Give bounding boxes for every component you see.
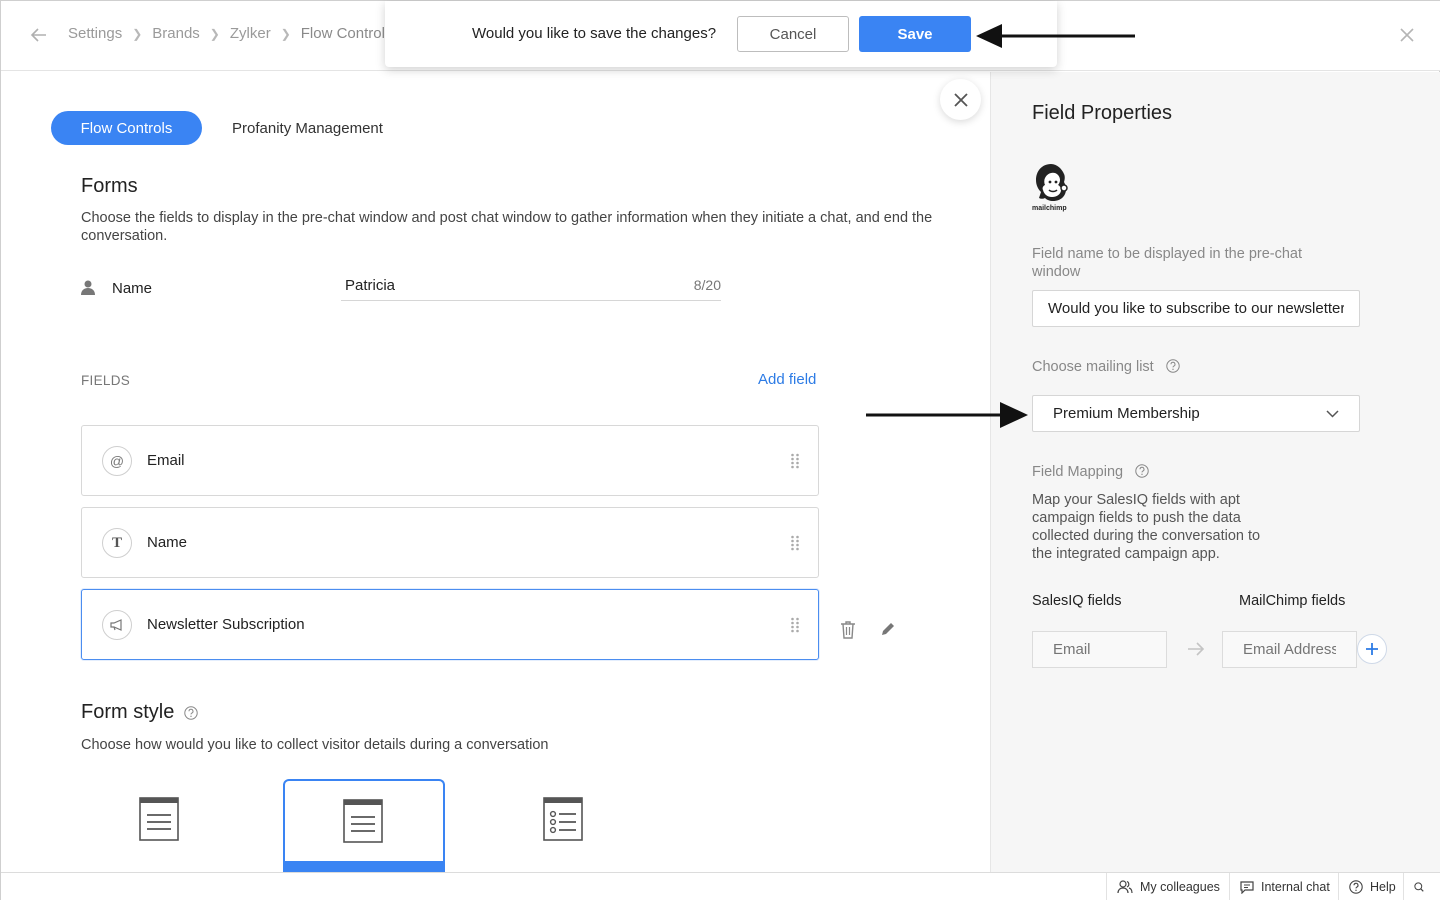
field-mapping-label: Field Mapping [1032,463,1149,481]
person-icon [81,280,95,295]
tab-flow-controls[interactable]: Flow Controls [51,111,202,145]
salesiq-fields-heading: SalesIQ fields [1032,593,1122,609]
breadcrumb-brands[interactable]: Brands [152,25,200,42]
form-style-option-traditional[interactable] [485,779,647,873]
display-name-label: Field name to be displayed in the pre-ch… [1032,246,1303,280]
help-icon [1349,880,1363,894]
name-field-wrapper: 8/20 [341,273,721,301]
mailchimp-logo-text: mailchimp [1032,205,1067,212]
chevron-right-icon: ❯ [280,26,291,41]
mailchimp-field-input[interactable] [1222,631,1357,668]
help-label: Help [1370,880,1396,894]
mailing-list-label-text: Choose mailing list [1032,359,1154,375]
field-name: Name [147,534,188,551]
name-label: Name [112,280,153,297]
my-colleagues-label: My colleagues [1140,880,1220,894]
bottom-status-bar: My colleagues Internal chat Help [1,872,1440,900]
mailchimp-fields-heading: MailChimp fields [1239,593,1346,609]
form-style-option-conversational[interactable] [283,779,445,873]
breadcrumb: Settings ❯ Brands ❯ Zylker ❯ Flow Contro… [68,25,392,42]
mailing-list-label: Choose mailing list [1032,358,1180,376]
field-mapping-description: Map your SalesIQ fields with apt campaig… [1032,492,1261,562]
megaphone-icon [102,610,132,640]
field-card-email[interactable]: @ Email [81,425,819,496]
my-colleagues-button[interactable]: My colleagues [1106,873,1230,900]
field-mapping-label-text: Field Mapping [1032,464,1124,480]
cancel-button[interactable]: Cancel [737,16,849,52]
breadcrumb-settings[interactable]: Settings [68,25,122,42]
field-card-newsletter-subscription[interactable]: Newsletter Subscription [81,589,819,660]
form-style-heading: Form style [81,701,199,724]
add-mapping-button[interactable] [1357,634,1387,664]
arrow-right-icon [1188,642,1205,656]
text-icon: T [102,528,132,558]
mailing-list-selected: Premium Membership [1053,405,1200,422]
forms-description: Choose the fields to display in the pre-… [81,210,933,244]
field-name: Email [147,452,185,469]
drag-handle-icon[interactable] [790,617,800,633]
form-window-icon [343,799,383,843]
drag-handle-icon[interactable] [790,535,800,551]
colleagues-icon [1117,880,1133,894]
trash-icon[interactable] [840,621,856,639]
mailing-list-select[interactable]: Premium Membership [1032,395,1360,432]
field-properties-panel: Field Properties mailchimp Field name to… [990,72,1440,872]
chevron-right-icon: ❯ [209,26,220,41]
form-style-title: Form style [81,701,175,723]
help-icon[interactable] [1135,464,1149,478]
form-style-option-inline[interactable] [81,779,243,873]
add-field-link[interactable]: Add field [758,371,816,388]
search-icon [1414,882,1424,892]
salesiq-field-input[interactable] [1032,631,1167,668]
help-button[interactable]: Help [1338,873,1406,900]
close-panel-button[interactable] [940,79,981,120]
close-icon[interactable] [1399,27,1415,43]
breadcrumb-zylker[interactable]: Zylker [230,25,271,42]
save-button[interactable]: Save [859,16,971,52]
back-arrow-icon[interactable] [29,25,49,45]
forms-heading: Forms [81,175,138,197]
form-window-icon [139,797,179,841]
field-name: Newsletter Subscription [147,616,305,633]
save-changes-message: Would you like to save the changes? [472,25,717,42]
close-icon [953,92,968,107]
field-card-name[interactable]: T Name [81,507,819,578]
chat-icon [1240,880,1254,894]
breadcrumb-flow-controls: Flow Controls [300,25,393,42]
pencil-icon[interactable] [880,621,896,637]
tab-profanity-management[interactable]: Profanity Management [232,120,383,137]
form-style-description: Choose how would you like to collect vis… [81,737,549,753]
chevron-right-icon: ❯ [132,26,143,41]
internal-chat-label: Internal chat [1261,880,1330,894]
help-icon[interactable] [1166,359,1180,373]
fields-heading: FIELDS [81,373,131,388]
panel-title: Field Properties [1032,102,1173,124]
name-input[interactable] [341,273,641,298]
list-form-icon [543,797,583,841]
app-window: Settings ❯ Brands ❯ Zylker ❯ Flow Contro… [0,0,1440,900]
search-button[interactable] [1403,873,1440,900]
help-icon[interactable] [184,705,199,720]
plus-icon [1366,643,1378,655]
internal-chat-button[interactable]: Internal chat [1229,873,1340,900]
drag-handle-icon[interactable] [790,453,800,469]
chevron-down-icon [1326,409,1339,418]
at-icon: @ [102,446,132,476]
annotation-arrow-icon [976,24,1135,48]
name-char-count: 8/20 [693,277,721,293]
settings-tabs: Flow Controls Profanity Management [51,111,383,145]
save-changes-dialog: Would you like to save the changes? Canc… [385,1,1057,67]
annotation-arrow-icon [866,402,1028,428]
display-name-input[interactable] [1032,290,1360,327]
